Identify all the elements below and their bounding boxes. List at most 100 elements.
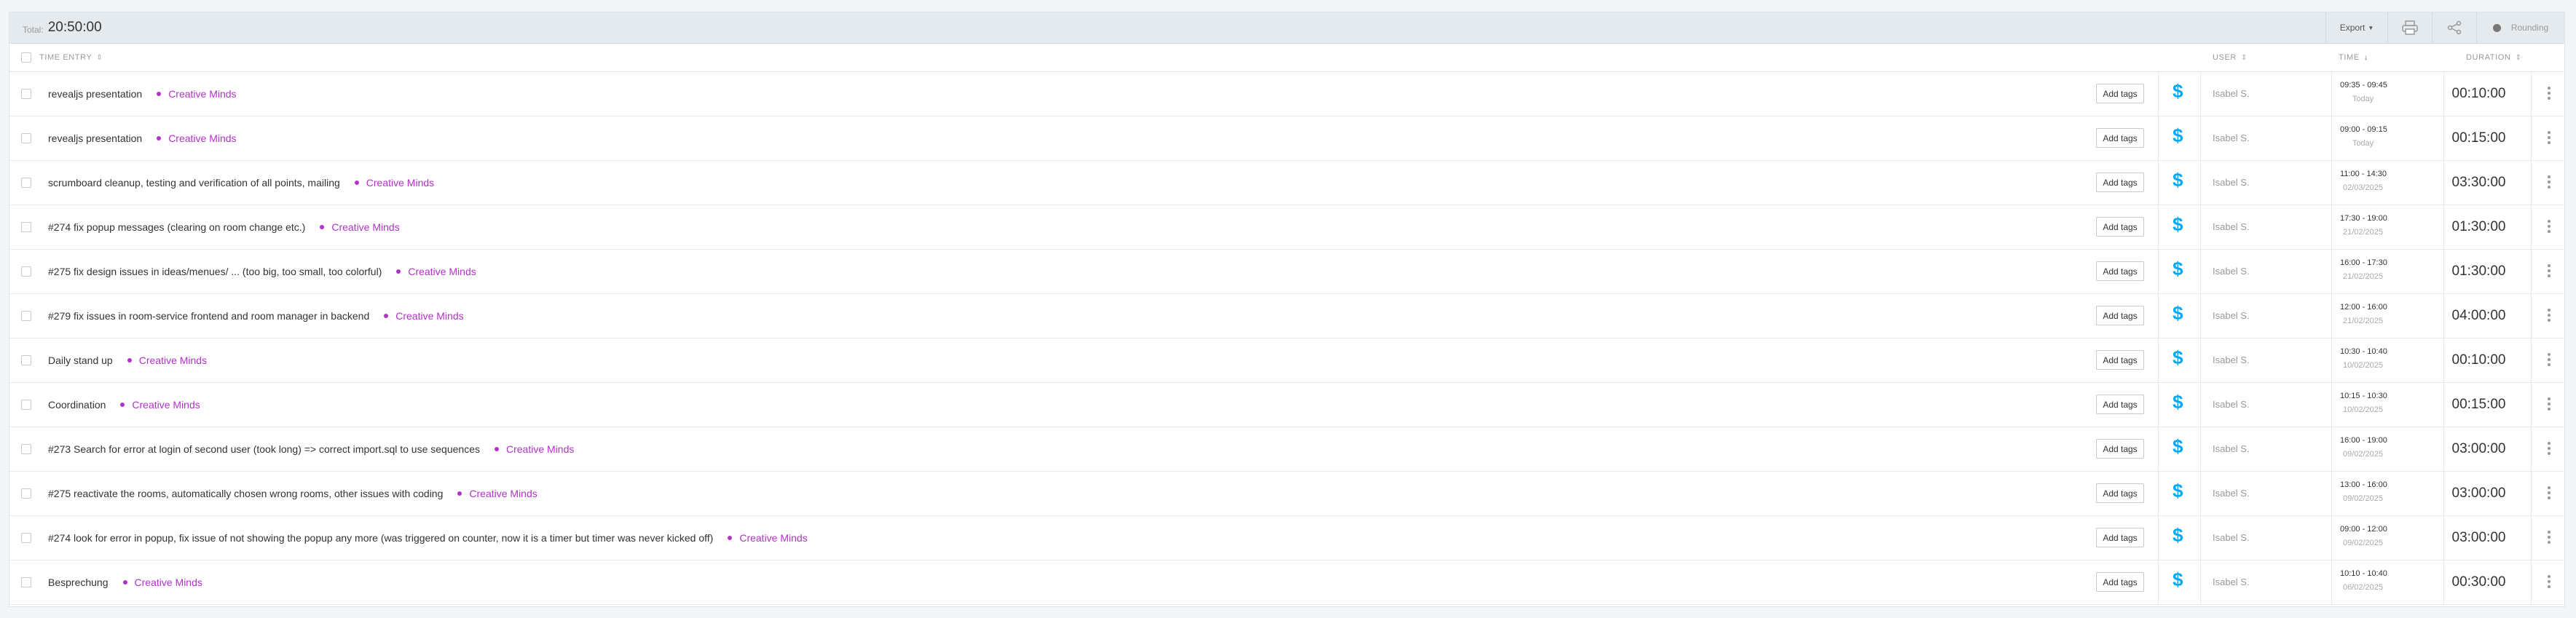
entry-duration[interactable]: 00:30:00 [2443, 574, 2514, 590]
entry-description[interactable]: scrumboard cleanup, testing and verifica… [48, 177, 340, 189]
entry-time-range[interactable]: 16:00 - 17:30 [2340, 258, 2387, 267]
project-label[interactable]: Creative Minds [384, 310, 464, 322]
entry-date[interactable]: 21/02/2025 [2340, 228, 2386, 237]
row-checkbox[interactable] [21, 488, 31, 499]
entry-description[interactable]: Besprechung [48, 577, 109, 588]
more-options-icon[interactable] [2540, 131, 2558, 146]
row-checkbox[interactable] [21, 311, 31, 321]
project-label[interactable]: Creative Minds [728, 532, 808, 544]
entry-duration[interactable]: 03:00:00 [2443, 441, 2514, 457]
entry-time-range[interactable]: 17:30 - 19:00 [2340, 214, 2387, 223]
print-button[interactable] [2387, 12, 2432, 43]
entry-time-range[interactable]: 09:35 - 09:45 [2340, 81, 2387, 90]
entry-time-range[interactable]: 16:00 - 19:00 [2340, 436, 2387, 445]
add-tags-button[interactable]: Add tags [2096, 173, 2144, 192]
add-tags-button[interactable]: Add tags [2096, 483, 2144, 503]
entry-time-range[interactable]: 09:00 - 09:15 [2340, 125, 2387, 134]
entry-duration[interactable]: 00:10:00 [2443, 86, 2514, 102]
add-tags-button[interactable]: Add tags [2096, 395, 2144, 414]
more-options-icon[interactable] [2540, 353, 2558, 368]
project-label[interactable]: Creative Minds [457, 488, 537, 499]
entry-date[interactable]: 09/02/2025 [2340, 494, 2386, 503]
entry-description[interactable]: #274 look for error in popup, fix issue … [48, 532, 713, 544]
entry-time-range[interactable]: 13:00 - 16:00 [2340, 480, 2387, 489]
entry-duration[interactable]: 01:30:00 [2443, 219, 2514, 235]
entry-user[interactable]: Isabel S. [2213, 399, 2250, 410]
entry-duration[interactable]: 00:15:00 [2443, 397, 2514, 413]
more-options-icon[interactable] [2540, 531, 2558, 546]
entry-date[interactable]: 10/02/2025 [2340, 405, 2386, 414]
project-label[interactable]: Creative Minds [127, 354, 207, 366]
billable-dollar-icon[interactable]: $ [2173, 124, 2183, 147]
entry-time-range[interactable]: 10:15 - 10:30 [2340, 392, 2387, 400]
billable-dollar-icon[interactable]: $ [2173, 302, 2183, 325]
project-label[interactable]: Creative Minds [157, 88, 237, 100]
entry-user[interactable]: Isabel S. [2213, 577, 2250, 587]
add-tags-button[interactable]: Add tags [2096, 350, 2144, 370]
project-label[interactable]: Creative Minds [494, 443, 574, 455]
entry-user[interactable]: Isabel S. [2213, 88, 2250, 99]
project-label[interactable]: Creative Minds [120, 399, 200, 411]
project-label[interactable]: Creative Minds [396, 266, 476, 277]
more-options-icon[interactable] [2540, 175, 2558, 191]
rounding-toggle[interactable]: Rounding [2476, 12, 2564, 43]
entry-date[interactable]: 06/02/2025 [2340, 583, 2386, 592]
row-checkbox[interactable] [21, 89, 31, 99]
add-tags-button[interactable]: Add tags [2096, 572, 2144, 592]
entry-duration[interactable]: 00:10:00 [2443, 352, 2514, 368]
entry-description[interactable]: revealjs presentation [48, 88, 142, 100]
entry-duration[interactable]: 03:30:00 [2443, 175, 2514, 191]
user-column-header[interactable]: USER ⇕ [2213, 53, 2248, 62]
project-label[interactable]: Creative Minds [354, 177, 434, 189]
billable-dollar-icon[interactable]: $ [2173, 524, 2183, 547]
row-checkbox[interactable] [21, 133, 31, 143]
entry-date[interactable]: 09/02/2025 [2340, 539, 2386, 547]
more-options-icon[interactable] [2540, 264, 2558, 280]
billable-dollar-icon[interactable]: $ [2173, 213, 2183, 236]
project-label[interactable]: Creative Minds [122, 577, 202, 588]
billable-dollar-icon[interactable]: $ [2173, 435, 2183, 458]
add-tags-button[interactable]: Add tags [2096, 439, 2144, 459]
more-options-icon[interactable] [2540, 397, 2558, 413]
entry-description[interactable]: #274 fix popup messages (clearing on roo… [48, 221, 305, 233]
billable-dollar-icon[interactable]: $ [2173, 569, 2183, 591]
row-checkbox[interactable] [21, 178, 31, 188]
entry-time-range[interactable]: 10:30 - 10:40 [2340, 347, 2387, 356]
row-checkbox[interactable] [21, 400, 31, 410]
entry-date[interactable]: 10/02/2025 [2340, 361, 2386, 370]
entry-date[interactable]: 02/03/2025 [2340, 183, 2386, 192]
project-label[interactable]: Creative Minds [320, 221, 400, 233]
entry-user[interactable]: Isabel S. [2213, 177, 2250, 188]
entry-description[interactable]: Daily stand up [48, 354, 113, 366]
duration-column-header[interactable]: DURATION ⇕ [2466, 53, 2521, 62]
entry-user[interactable]: Isabel S. [2213, 221, 2250, 232]
project-label[interactable]: Creative Minds [157, 132, 237, 144]
entry-description[interactable]: #275 fix design issues in ideas/menues/ … [48, 266, 382, 277]
entry-user[interactable]: Isabel S. [2213, 532, 2250, 543]
row-checkbox[interactable] [21, 533, 31, 543]
billable-dollar-icon[interactable]: $ [2173, 391, 2183, 413]
billable-dollar-icon[interactable]: $ [2173, 80, 2183, 103]
entry-time-range[interactable]: 09:00 - 12:00 [2340, 525, 2387, 534]
add-tags-button[interactable]: Add tags [2096, 217, 2144, 237]
add-tags-button[interactable]: Add tags [2096, 84, 2144, 103]
row-checkbox[interactable] [21, 266, 31, 277]
entry-description[interactable]: Coordination [48, 399, 106, 411]
entry-time-range[interactable]: 12:00 - 16:00 [2340, 303, 2387, 312]
entry-description[interactable]: #275 reactivate the rooms, automatically… [48, 488, 443, 499]
entry-time-range[interactable]: 11:00 - 14:30 [2340, 170, 2387, 178]
entry-date[interactable]: 21/02/2025 [2340, 272, 2386, 281]
row-checkbox[interactable] [21, 577, 31, 587]
export-button[interactable]: Export ▼ [2325, 12, 2387, 43]
entry-date[interactable]: Today [2340, 139, 2386, 148]
entry-duration[interactable]: 04:00:00 [2443, 308, 2514, 324]
add-tags-button[interactable]: Add tags [2096, 528, 2144, 547]
more-options-icon[interactable] [2540, 87, 2558, 102]
entry-user[interactable]: Isabel S. [2213, 310, 2250, 321]
entry-time-range[interactable]: 10:10 - 10:40 [2340, 569, 2387, 578]
entry-user[interactable]: Isabel S. [2213, 443, 2250, 454]
entry-user[interactable]: Isabel S. [2213, 354, 2250, 365]
row-checkbox[interactable] [21, 444, 31, 454]
billable-dollar-icon[interactable]: $ [2173, 346, 2183, 369]
billable-dollar-icon[interactable]: $ [2173, 480, 2183, 502]
